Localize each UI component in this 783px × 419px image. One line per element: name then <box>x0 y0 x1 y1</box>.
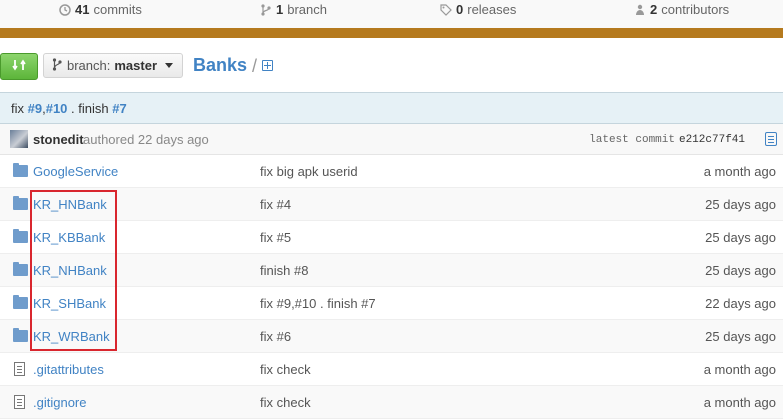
latest-commit-message: fix #9,#10 . finish #7 <box>0 92 783 124</box>
file-name-link[interactable]: GoogleService <box>33 164 118 179</box>
commits-label: commits <box>93 2 142 17</box>
file-row: KR_HNBank fix #4 25 days ago <box>0 188 783 221</box>
branches-stat[interactable]: 1 branch <box>260 2 327 17</box>
file-commit-message[interactable]: fix check <box>260 395 311 410</box>
branch-icon <box>260 3 272 16</box>
history-icon <box>59 3 71 16</box>
file-age: a month ago <box>703 395 776 410</box>
clipboard-icon[interactable] <box>765 132 777 146</box>
file-icon <box>14 362 25 376</box>
branch-selector[interactable]: branch: master <box>43 53 183 78</box>
file-commit-message[interactable]: finish #8 <box>260 263 308 278</box>
branch-count: 1 <box>276 2 284 17</box>
releases-count: 0 <box>456 2 464 17</box>
folder-icon <box>13 262 28 276</box>
folder-icon <box>13 163 28 177</box>
highlight-box <box>30 190 117 351</box>
issue-link-9[interactable]: #9 <box>28 101 42 116</box>
file-commit-message[interactable]: fix #9,#10 . finish #7 <box>260 296 376 311</box>
commit-message-prefix: fix <box>11 101 28 116</box>
file-age: a month ago <box>703 164 776 179</box>
folder-icon <box>13 328 28 342</box>
avatar[interactable] <box>10 130 28 148</box>
commit-author[interactable]: stonedit <box>33 132 84 147</box>
file-age: 25 days ago <box>705 230 776 245</box>
file-commit-message[interactable]: fix check <box>260 362 311 377</box>
file-row: KR_KBBank fix #5 25 days ago <box>0 221 783 254</box>
file-commit-message[interactable]: fix #5 <box>260 230 291 245</box>
compare-icon <box>12 58 26 75</box>
commit-sha-link[interactable]: e212c77f41 <box>679 134 745 146</box>
commit-authored-time: authored 22 days ago <box>83 132 209 147</box>
file-commit-message[interactable]: fix big apk userid <box>260 164 358 179</box>
file-age: 25 days ago <box>705 329 776 344</box>
file-age: 22 days ago <box>705 296 776 311</box>
branch-selector-label: branch: <box>67 58 111 73</box>
latest-commit-label: latest commit <box>589 134 675 146</box>
file-name-link[interactable]: .gitattributes <box>33 362 104 377</box>
branch-selector-value: master <box>114 58 158 73</box>
file-age: 25 days ago <box>705 197 776 212</box>
commits-count: 41 <box>75 2 90 17</box>
file-row: .gitattributes fix check a month ago <box>0 353 783 386</box>
compare-button[interactable] <box>0 53 38 80</box>
add-file-icon[interactable] <box>262 60 273 71</box>
file-row: KR_SHBank fix #9,#10 . finish #7 22 days… <box>0 287 783 320</box>
commit-message-mid: . finish <box>67 101 113 116</box>
file-navigation: branch: master Banks / <box>0 50 783 82</box>
issue-link-7[interactable]: #7 <box>112 101 126 116</box>
folder-icon <box>13 295 28 309</box>
file-row: .gitignore fix check a month ago <box>0 386 783 419</box>
tag-icon <box>440 3 452 16</box>
breadcrumb-separator: / <box>252 56 258 76</box>
file-list: GoogleService fix big apk userid a month… <box>0 155 783 419</box>
contributors-stat[interactable]: 2 contributors <box>634 2 729 17</box>
commit-meta: stonedit authored 22 days ago latest com… <box>0 124 783 155</box>
issue-link-10[interactable]: #10 <box>46 101 68 116</box>
file-age: a month ago <box>703 362 776 377</box>
releases-label: releases <box>467 2 517 17</box>
file-commit-message[interactable]: fix #4 <box>260 197 291 212</box>
releases-stat[interactable]: 0 releases <box>440 2 516 17</box>
latest-commit-info: latest commit e212c77f41 <box>589 134 745 146</box>
commits-stat[interactable]: 41 commits <box>59 2 142 17</box>
file-age: 25 days ago <box>705 263 776 278</box>
organization-icon <box>634 4 646 16</box>
file-row: KR_WRBank fix #6 25 days ago <box>0 320 783 353</box>
folder-icon <box>13 196 28 210</box>
branch-icon <box>52 57 62 74</box>
repo-stats-bar: 41 commits 1 branch 0 releases 2 contrib… <box>0 0 783 29</box>
folder-icon <box>13 229 28 243</box>
language-bar <box>0 28 783 38</box>
file-commit-message[interactable]: fix #6 <box>260 329 291 344</box>
contributors-label: contributors <box>661 2 730 17</box>
chevron-down-icon <box>165 63 174 68</box>
file-name-link[interactable]: .gitignore <box>33 395 86 410</box>
file-row: GoogleService fix big apk userid a month… <box>0 155 783 188</box>
file-row: KR_NHBank finish #8 25 days ago <box>0 254 783 287</box>
branch-label: branch <box>287 2 327 17</box>
breadcrumb-repo-link[interactable]: Banks <box>193 55 247 76</box>
contributors-count: 2 <box>650 2 658 17</box>
file-icon <box>14 395 25 409</box>
